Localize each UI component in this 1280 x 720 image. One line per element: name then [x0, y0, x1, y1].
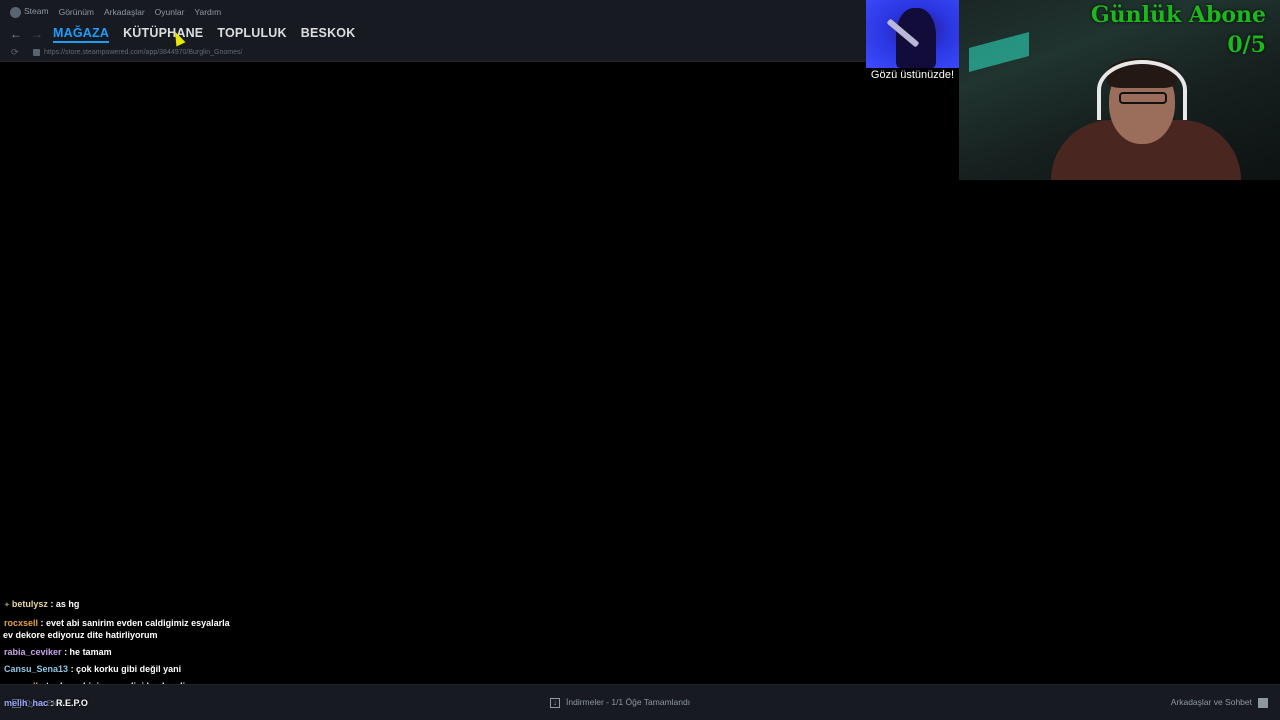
chat-message: melih_hac : R.E.P.O [4, 698, 88, 708]
steam-menubar: Steam Görünüm Arkadaşlar Oyunlar Yardım [0, 0, 866, 24]
tab-store[interactable]: MAĞAZA [53, 26, 110, 43]
reload-icon[interactable]: ⟳ [11, 47, 23, 58]
menu-games[interactable]: Oyunlar [155, 7, 185, 17]
figure-silhouette [896, 8, 936, 68]
steam-navbar: ← → MAĞAZA KÜTÜPHANE TOPLULUK BESKOK [0, 24, 866, 44]
chat-message: rocxsell : evet abi sanirim evden caldig… [4, 618, 230, 628]
lock-icon [33, 49, 40, 56]
friends-chat-button[interactable]: Arkadaşlar ve Sohbet [1171, 697, 1268, 708]
chat-message: rabia_ceviker : he tamam [4, 647, 112, 657]
chat-message-continuation: ev dekore ediyoruz dite hatirliyorum [3, 630, 158, 640]
overlay-caption: Gözü üstünüzde! [870, 69, 955, 81]
download-icon: ↓ [550, 697, 560, 708]
chat-message: ✦ betulysz : as hg [4, 599, 80, 609]
downloads-button[interactable]: ↓ İndirmeler - 1/1 Öğe Tamamlandı [550, 697, 690, 708]
stream-chat: ✦ betulysz : as hg rocxsell : evet abi sa… [0, 598, 280, 714]
arrow-right-icon: → [31, 27, 43, 41]
steam-logo-icon [10, 6, 21, 18]
tab-profile[interactable]: BESKOK [301, 26, 356, 43]
menu-friends[interactable]: Arkadaşlar [104, 7, 145, 17]
chat-icon [1258, 697, 1268, 708]
forward-button[interactable]: → [30, 27, 44, 41]
chat-message: Cansu_Sena13 : çok korku gibi değil yani [4, 664, 182, 674]
menu-view[interactable]: Görünüm [59, 7, 94, 17]
arrow-left-icon: ← [10, 27, 22, 41]
menu-steam[interactable]: Steam [10, 6, 49, 18]
tab-library[interactable]: KÜTÜPHANE [123, 26, 203, 43]
menu-help[interactable]: Yardım [194, 7, 221, 17]
led-light [969, 31, 1029, 73]
back-button[interactable]: ← [9, 27, 23, 41]
glasses-icon [1119, 92, 1167, 104]
subscriber-goal: Günlük Abone 0/5 [1090, 2, 1266, 58]
horror-image-overlay [866, 0, 959, 68]
tab-community[interactable]: TOPLULUK [217, 26, 286, 43]
headset-icon [1097, 60, 1187, 120]
url-text[interactable]: https://store.steampowered.com/app/38449… [44, 49, 242, 56]
url-bar: ⟳ https://store.steampowered.com/app/384… [0, 44, 866, 62]
nav-tabs: MAĞAZA KÜTÜPHANE TOPLULUK BESKOK [53, 26, 355, 43]
badge-icon: ✦ [4, 602, 10, 609]
